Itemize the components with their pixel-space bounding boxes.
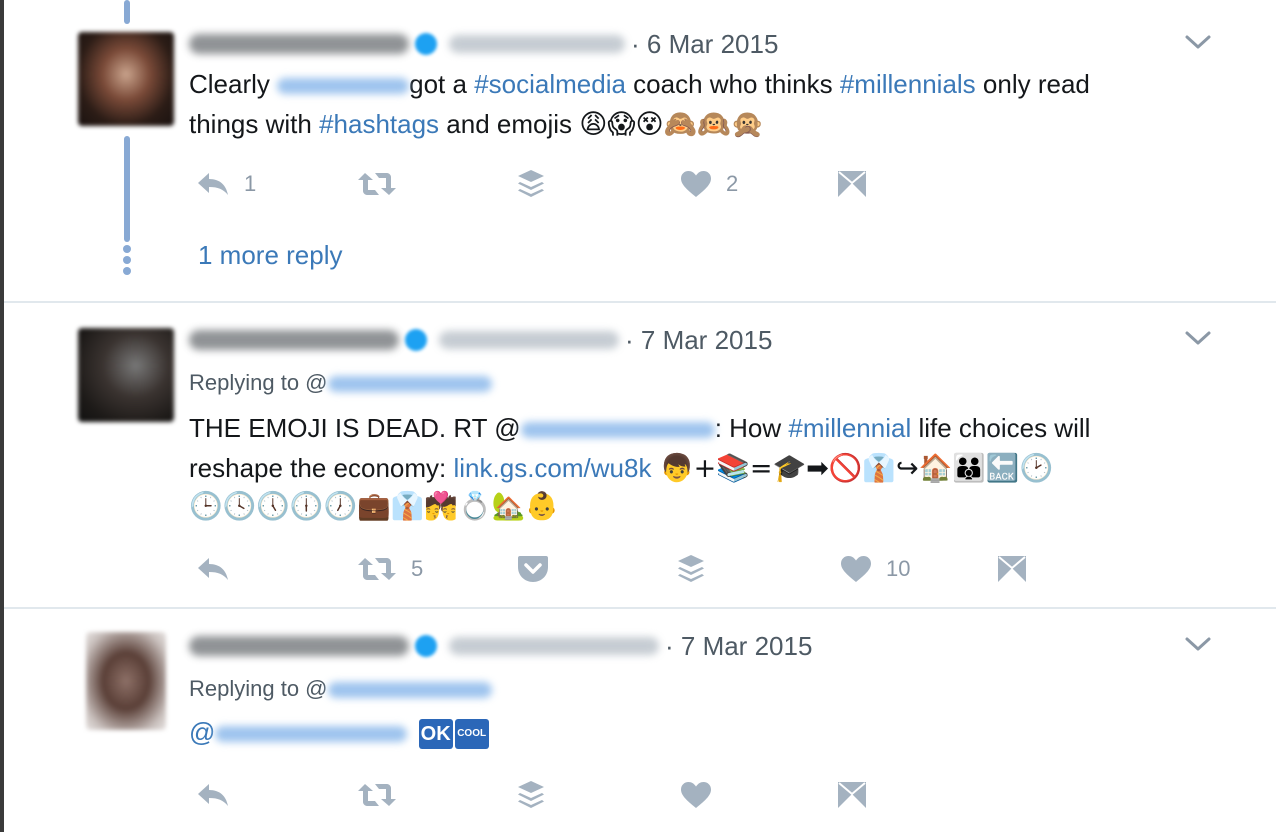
thread-dot — [123, 267, 131, 275]
thread-line — [124, 136, 130, 242]
retweet-button[interactable]: 5 — [357, 549, 423, 589]
verified-icon — [415, 33, 437, 55]
replying-to: Replying to @ — [189, 676, 492, 702]
thread-dot — [123, 245, 131, 253]
verified-icon — [415, 635, 437, 657]
pocket-icon — [518, 556, 548, 582]
author-name[interactable] — [189, 636, 409, 656]
url-link[interactable]: link.gs.com/wu8k — [454, 453, 652, 483]
direct-message-icon — [838, 171, 866, 197]
direct-message-icon — [838, 782, 866, 808]
heart-icon — [681, 171, 711, 197]
buffer-button[interactable] — [516, 164, 546, 204]
author-handle[interactable] — [449, 35, 625, 53]
hashtag-link[interactable]: #millennials — [840, 69, 976, 99]
tweet-text-line2: things with #hashtags and emojis 😩😱😵🙈🙉🙊 — [189, 109, 765, 140]
replying-to: Replying to @ — [189, 370, 492, 396]
heart-icon — [841, 556, 871, 582]
tweet-text: Clearly got a #socialmedia coach who thi… — [189, 69, 1090, 99]
retweet-count: 5 — [411, 556, 424, 581]
tweet-text-line3: 🕒🕓🕔🕕🕖💼👔💏💍🏡👶 — [189, 486, 559, 527]
reply-icon — [198, 173, 228, 195]
direct-message-button[interactable] — [836, 164, 868, 204]
ok-emoji-badge: OK — [418, 719, 453, 750]
thread-line-top — [124, 0, 130, 24]
reply-count: 1 — [244, 171, 257, 196]
tweet-divider — [4, 301, 1276, 303]
tweet-text: THE EMOJI IS DEAD. RT @: How #millennial… — [189, 413, 1091, 443]
blurred-mention[interactable] — [277, 78, 410, 95]
avatar[interactable] — [78, 328, 174, 422]
thread-dot — [123, 256, 131, 264]
tweet-divider — [4, 607, 1276, 609]
buffer-button[interactable] — [516, 775, 546, 815]
retweet-button[interactable] — [357, 164, 397, 204]
avatar[interactable] — [86, 632, 166, 730]
tweet-date[interactable]: · 7 Mar 2015 — [665, 631, 812, 662]
blurred-mention[interactable] — [520, 422, 715, 439]
author-handle[interactable] — [439, 331, 619, 349]
buffer-icon — [678, 555, 704, 582]
direct-message-button[interactable] — [836, 775, 868, 815]
author-name[interactable] — [189, 34, 409, 54]
hashtag-link[interactable]: #socialmedia — [474, 69, 626, 99]
author-name[interactable] — [189, 330, 399, 350]
retweet-button[interactable] — [357, 775, 397, 815]
emoji-sequence: 🕒🕓🕔🕕🕖💼👔💏💍🏡👶 — [189, 491, 559, 522]
cool-emoji-badge: COOL — [454, 719, 489, 750]
tweet-date[interactable]: · 7 Mar 2015 — [625, 325, 772, 356]
avatar[interactable] — [78, 32, 174, 126]
like-button[interactable] — [680, 775, 712, 815]
emoji-sequence: 👦+📚=🎓➡🚫👔↪🏠👪🔙🕑 — [651, 453, 1054, 484]
reply-button[interactable] — [196, 775, 230, 815]
hashtag-link[interactable]: #millennial — [788, 413, 911, 443]
pocket-button[interactable] — [517, 549, 549, 589]
tweet-text-line2: reshape the economy: link.gs.com/wu8k 👦+… — [189, 453, 1054, 484]
blurred-mention[interactable] — [327, 682, 492, 699]
blurred-mention[interactable] — [215, 726, 408, 743]
tweet-header: · 6 Mar 2015 — [189, 27, 778, 61]
tweet-header: · 7 Mar 2015 — [189, 629, 812, 663]
like-count: 2 — [726, 171, 739, 196]
direct-message-button[interactable] — [996, 549, 1028, 589]
chevron-down-icon[interactable] — [1184, 328, 1212, 348]
heart-icon — [681, 782, 711, 808]
verified-icon — [405, 329, 427, 351]
buffer-icon — [518, 170, 544, 197]
like-button[interactable]: 2 — [680, 164, 738, 204]
chevron-down-icon[interactable] — [1184, 634, 1212, 654]
like-count: 10 — [886, 556, 911, 581]
tweet-header: · 7 Mar 2015 — [189, 323, 772, 357]
buffer-icon — [518, 781, 544, 808]
author-handle[interactable] — [449, 637, 659, 655]
tweet-text: @ OK COOL — [189, 712, 489, 753]
tweet-date[interactable]: · 6 Mar 2015 — [631, 29, 778, 60]
reply-icon — [198, 558, 228, 580]
hashtag-link[interactable]: #hashtags — [319, 109, 439, 139]
buffer-button[interactable] — [676, 549, 706, 589]
more-replies-link[interactable]: 1 more reply — [198, 240, 343, 271]
direct-message-icon — [998, 556, 1026, 582]
like-button[interactable]: 10 — [840, 549, 910, 589]
emoji-sequence: 😩😱😵🙈🙉🙊 — [579, 109, 765, 140]
reply-button[interactable]: 1 — [196, 164, 256, 204]
retweet-icon — [358, 558, 396, 580]
retweet-icon — [358, 784, 396, 806]
window-edge — [0, 0, 4, 832]
retweet-icon — [358, 173, 396, 195]
reply-button[interactable] — [196, 549, 230, 589]
chevron-down-icon[interactable] — [1184, 32, 1212, 52]
blurred-mention[interactable] — [327, 376, 492, 393]
reply-icon — [198, 784, 228, 806]
